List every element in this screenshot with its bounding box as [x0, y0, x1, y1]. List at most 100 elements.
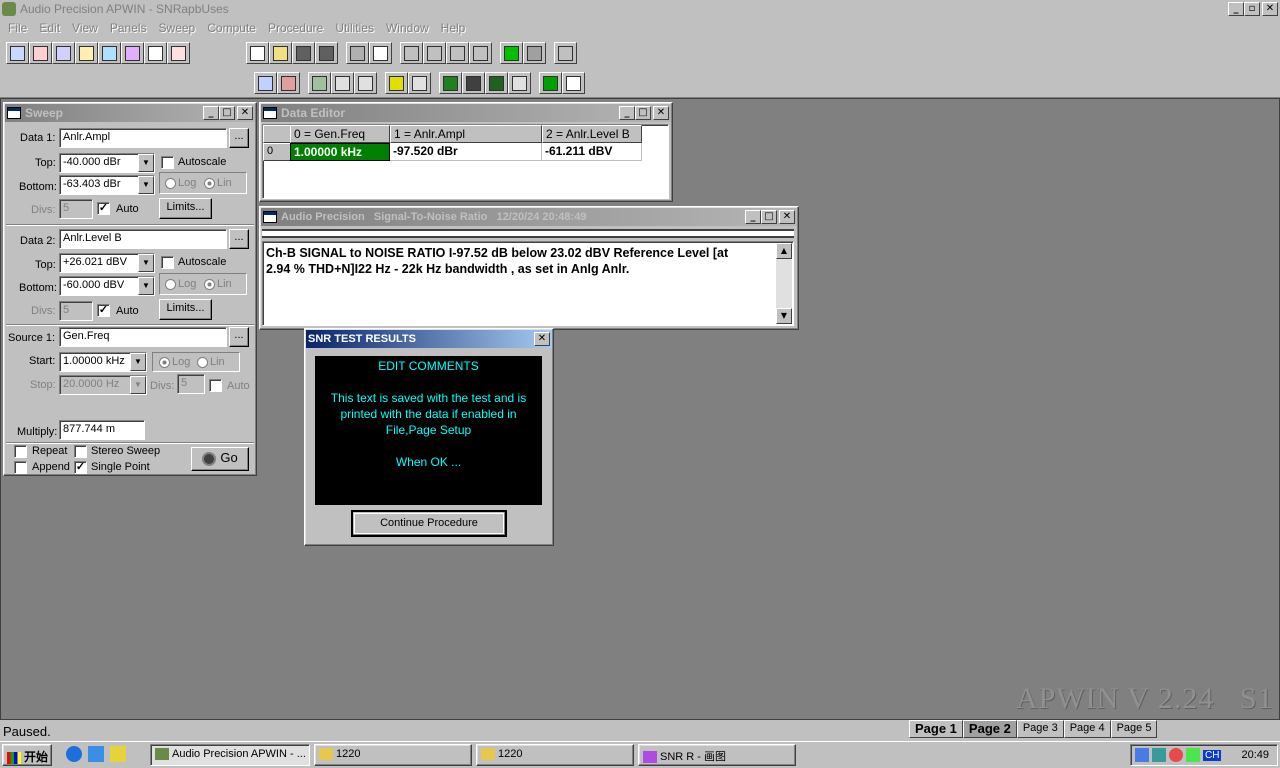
copy-tool-icon[interactable]	[446, 42, 469, 64]
anlr-tool-icon[interactable]	[277, 72, 300, 94]
-tool-icon[interactable]	[144, 42, 167, 64]
data2-top-dropdown[interactable]: ▼	[138, 254, 154, 272]
language-indicator[interactable]: CH	[1203, 749, 1222, 761]
sw-tool-icon[interactable]	[408, 72, 431, 94]
dialog-close-button[interactable]: ✕	[534, 332, 550, 346]
print-tool-icon[interactable]	[346, 42, 369, 64]
snr-text-area[interactable]: Ch-B SIGNAL to NOISE RATIO I-97.52 dB be…	[262, 241, 794, 326]
cell-anlr-ampl[interactable]: -97.520 dBr	[390, 143, 542, 161]
menu-edit[interactable]: Edit	[33, 21, 66, 35]
data-editor-maximize-button[interactable]: □	[635, 106, 651, 120]
cut-tool-icon[interactable]	[423, 42, 446, 64]
stop-dropdown[interactable]: ▼	[130, 376, 146, 394]
sweep-maximize-button[interactable]: □	[219, 106, 235, 120]
data-editor-close-button[interactable]: ✕	[653, 106, 669, 120]
data2-lin-radio[interactable]: Lin	[204, 278, 232, 290]
data1-limits-button[interactable]: Limits...	[159, 198, 212, 219]
-tool-icon[interactable]	[167, 42, 190, 64]
outlook-icon[interactable]	[110, 746, 126, 762]
ac-tool-icon[interactable]	[6, 42, 29, 64]
new-tool-icon[interactable]	[246, 42, 269, 64]
data1-lin-radio[interactable]: Lin	[204, 177, 232, 189]
menu-procedure[interactable]: Procedure	[262, 21, 329, 35]
page-tab-2[interactable]: Page 2	[962, 720, 1017, 738]
scroll-down-icon[interactable]: ▼	[776, 308, 792, 324]
sweep-close-button[interactable]: ✕	[237, 106, 253, 120]
sweep-titlebar[interactable]: Sweep _ □ ✕	[5, 104, 255, 122]
scroll-up-icon[interactable]: ▲	[776, 243, 792, 259]
data2-browse-button[interactable]: ...	[229, 229, 249, 249]
data-editor-titlebar[interactable]: Data Editor _ □ ✕	[261, 104, 671, 122]
tbl-tool-icon[interactable]	[485, 72, 508, 94]
grph-tool-icon[interactable]	[462, 72, 485, 94]
undo-tool-icon[interactable]	[400, 42, 423, 64]
thd-tool-icon[interactable]	[29, 42, 52, 64]
data1-divs-field[interactable]: 5	[59, 199, 93, 219]
data2-field[interactable]: Anlr.Level B	[59, 229, 227, 249]
menu-view[interactable]: View	[66, 21, 104, 35]
saveall-tool-icon[interactable]	[315, 42, 338, 64]
taskbar-item-folder-2[interactable]: 1220	[476, 744, 634, 766]
fft-tool-icon[interactable]	[75, 42, 98, 64]
cell-anlr-level-b[interactable]: -61.211 dBV	[542, 143, 642, 161]
cell-gen-freq[interactable]: 1.00000 kHz	[290, 143, 390, 161]
security-icon[interactable]	[1169, 748, 1183, 762]
start-button[interactable]: 开始	[2, 744, 52, 766]
snr-tool-icon[interactable]	[52, 42, 75, 64]
page-tab-5[interactable]: Page 5	[1110, 720, 1158, 738]
stop-tool-icon[interactable]	[523, 42, 546, 64]
source-divs-field[interactable]: 5	[177, 374, 205, 394]
single-point-checkbox[interactable]: ✓	[74, 461, 87, 474]
dcx-tool-icon[interactable]	[308, 72, 331, 94]
taskbar-item-apwin[interactable]: Audio Precision APWIN - ...	[150, 744, 310, 766]
data1-auto-checkbox[interactable]: ✓	[97, 202, 110, 215]
data1-bottom-dropdown[interactable]: ▼	[138, 176, 154, 194]
source-log-radio[interactable]: Log	[159, 356, 190, 368]
repeat-checkbox[interactable]	[14, 445, 27, 458]
menu-panels[interactable]: Panels	[104, 21, 153, 35]
paste-tool-icon[interactable]	[469, 42, 492, 64]
ie-icon[interactable]	[66, 746, 82, 762]
data1-log-radio[interactable]: Log	[165, 177, 196, 189]
dcx2-tool-icon[interactable]	[385, 72, 408, 94]
desktop-icon[interactable]	[88, 746, 104, 762]
sheet-tool-icon[interactable]	[539, 72, 562, 94]
dialog-titlebar[interactable]: SNR TEST RESULTS ✕	[306, 330, 552, 348]
network-icon[interactable]	[1135, 748, 1149, 762]
source1-browse-button[interactable]: ...	[229, 327, 249, 347]
data2-autoscale-checkbox[interactable]	[161, 256, 174, 269]
go-button[interactable]: Go	[191, 447, 249, 471]
preview-tool-icon[interactable]	[369, 42, 392, 64]
start-dropdown[interactable]: ▼	[130, 353, 146, 371]
source1-field[interactable]: Gen.Freq	[59, 327, 227, 347]
data-editor-minimize-button[interactable]: _	[619, 106, 635, 120]
page-tab-3[interactable]: Page 3	[1016, 720, 1064, 738]
snr-result-titlebar[interactable]: Audio Precision Signal-To-Noise Ratio 12…	[261, 208, 797, 226]
page-tab-1[interactable]: Page 1	[909, 720, 963, 738]
column-header-2[interactable]: 2 = Anlr.Level B	[542, 125, 642, 143]
menu-file[interactable]: File	[2, 21, 33, 35]
lim-tool-icon[interactable]	[439, 72, 462, 94]
stat-tool-icon[interactable]	[354, 72, 377, 94]
page-tab-4[interactable]: Page 4	[1063, 720, 1111, 738]
data2-bottom-dropdown[interactable]: ▼	[138, 277, 154, 295]
bar-tool-icon[interactable]	[98, 42, 121, 64]
multiply-field[interactable]: 877.744 m	[59, 420, 145, 440]
close-button[interactable]: ✕	[1262, 2, 1278, 16]
app-titlebar[interactable]: Audio Precision APWIN - SNRapbUses _ ▫ ✕	[0, 0, 1280, 18]
snr-scrollbar[interactable]: ▲ ▼	[776, 243, 792, 324]
stereo-sweep-checkbox[interactable]	[74, 445, 87, 458]
menu-utilities[interactable]: Utilities	[329, 21, 380, 35]
data1-field[interactable]: Anlr.Ampl	[59, 128, 227, 148]
snr-maximize-button[interactable]: □	[761, 210, 777, 224]
menu-compute[interactable]: Compute	[201, 21, 262, 35]
data2-divs-field[interactable]: 5	[59, 301, 93, 321]
monitor-icon[interactable]	[1152, 748, 1166, 762]
mls-tool-icon[interactable]	[121, 42, 144, 64]
open-tool-icon[interactable]	[269, 42, 292, 64]
restore-button[interactable]: ▫	[1244, 2, 1260, 16]
data2-log-radio[interactable]: Log	[165, 278, 196, 290]
run-tool-icon[interactable]	[500, 42, 523, 64]
sweep-minimize-button[interactable]: _	[203, 106, 219, 120]
snr-minimize-button[interactable]: _	[745, 210, 761, 224]
